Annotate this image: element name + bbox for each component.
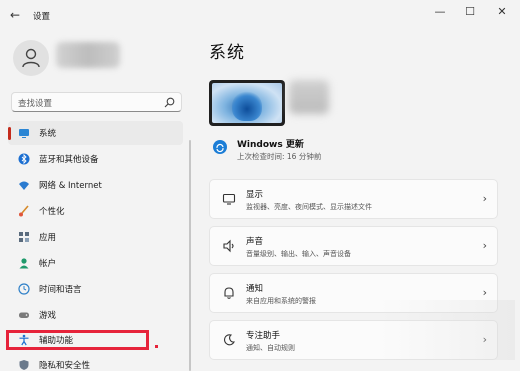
apps-icon — [19, 232, 29, 242]
chevron-right-icon: › — [482, 239, 487, 252]
bell-icon — [224, 287, 234, 299]
sidebar-item-label: 网络 & Internet — [39, 181, 102, 191]
search-placeholder: 查找设置 — [18, 99, 53, 109]
brush-icon — [19, 205, 29, 217]
sidebar-item-accounts[interactable]: 帐户 — [8, 251, 183, 275]
device-image — [209, 80, 285, 126]
system-icon — [19, 129, 29, 138]
card-title: 显示 — [246, 190, 264, 200]
display-icon — [222, 193, 236, 205]
user-name-blurred — [56, 42, 120, 68]
close-button[interactable]: ✕ — [494, 5, 510, 18]
annotation-dot — [155, 345, 158, 348]
card-title: 专注助手 — [246, 331, 281, 341]
windows-update-subtitle: 上次检查时间: 16 分钟前 — [237, 152, 322, 161]
chevron-right-icon: › — [482, 286, 487, 299]
sidebar-item-system[interactable]: 系统 — [8, 121, 183, 145]
title-bar: ← 设置 — ☐ ✕ — [0, 0, 520, 32]
watermark-overlay — [380, 300, 515, 360]
person-icon — [22, 48, 40, 68]
sidebar-item-personalization[interactable]: 个性化 — [8, 199, 183, 223]
globe-clock-icon — [18, 283, 30, 295]
settings-card-display[interactable]: 显示 监视器、亮度、夜间模式、显示描述文件 › — [209, 179, 498, 219]
sidebar-item-network[interactable]: 网络 & Internet — [8, 173, 183, 197]
highlight-box — [6, 330, 149, 350]
chevron-right-icon: › — [482, 192, 487, 205]
shield-icon — [19, 360, 29, 370]
minimize-button[interactable]: — — [432, 5, 448, 18]
sidebar-item-label: 隐私和安全性 — [39, 361, 91, 371]
bluetooth-icon — [18, 153, 30, 165]
refresh-icon — [216, 143, 224, 153]
sidebar-item-apps[interactable]: 应用 — [8, 225, 183, 249]
wifi-icon — [19, 181, 29, 190]
back-button[interactable]: ← — [10, 8, 20, 22]
sidebar-item-label: 帐户 — [39, 259, 57, 269]
avatar[interactable] — [13, 40, 49, 76]
sidebar-item-label: 时间和语言 — [39, 285, 82, 295]
sound-icon — [223, 239, 234, 253]
sidebar-item-label: 游戏 — [39, 311, 57, 321]
bloom-shape — [232, 91, 262, 121]
maximize-button[interactable]: ☐ — [462, 5, 478, 18]
settings-card-sound[interactable]: 声音 音量级别、输出、输入、声音设备 › — [209, 226, 498, 266]
sidebar-item-time-language[interactable]: 时间和语言 — [8, 277, 183, 301]
sidebar-scrollbar[interactable] — [189, 140, 191, 371]
sidebar-item-label: 系统 — [39, 129, 57, 139]
card-description: 监视器、亮度、夜间模式、显示描述文件 — [246, 203, 372, 211]
search-input[interactable]: 查找设置 — [11, 92, 182, 112]
card-description: 来自应用和系统的警报 — [246, 297, 316, 305]
card-description: 音量级别、输出、输入、声音设备 — [246, 250, 351, 258]
windows-update-title[interactable]: Windows 更新 — [237, 137, 304, 150]
search-icon — [164, 97, 175, 108]
wallpaper-preview — [212, 83, 282, 123]
page-title: 系统 — [209, 43, 245, 63]
sidebar-item-label: 应用 — [39, 233, 57, 243]
card-title: 声音 — [246, 237, 264, 247]
selection-indicator — [8, 127, 11, 140]
device-name-blurred — [289, 80, 329, 114]
account-icon — [19, 258, 29, 269]
update-icon[interactable] — [213, 140, 227, 154]
sidebar-item-label: 个性化 — [39, 207, 65, 217]
card-description: 通知、自动规则 — [246, 344, 295, 352]
sidebar-item-gaming[interactable]: 游戏 — [8, 303, 183, 327]
moon-icon — [224, 334, 235, 346]
app-title: 设置 — [33, 12, 51, 22]
sidebar-item-privacy-security[interactable]: 隐私和安全性 — [8, 353, 183, 371]
game-icon — [19, 312, 29, 318]
card-title: 通知 — [246, 284, 264, 294]
sidebar-item-bluetooth[interactable]: 蓝牙和其他设备 — [8, 147, 183, 171]
sidebar-item-label: 蓝牙和其他设备 — [39, 155, 99, 165]
